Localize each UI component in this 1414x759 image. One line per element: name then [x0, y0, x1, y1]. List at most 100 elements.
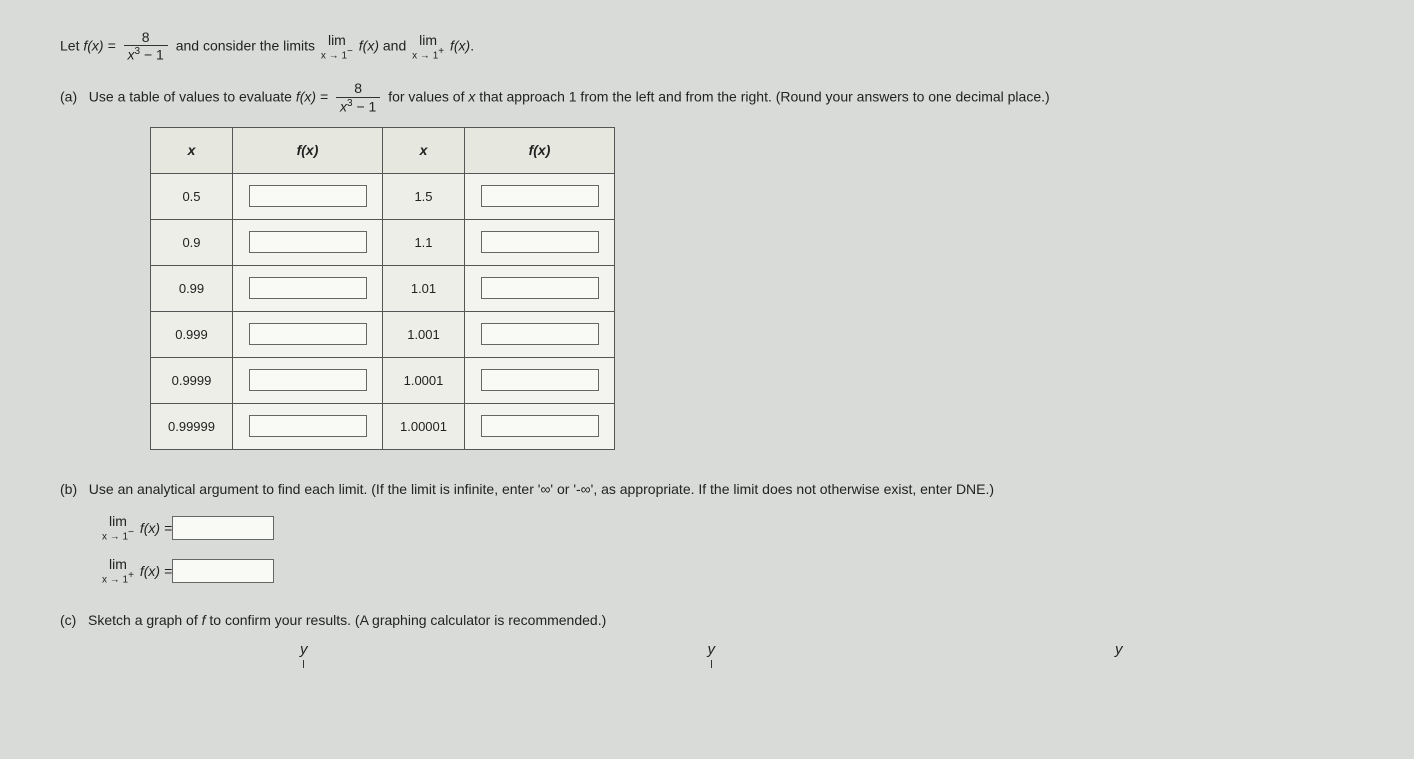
lim-b-approach-left: x → 1− — [102, 528, 134, 542]
limit-right: lim x → 1+ — [412, 33, 444, 61]
fx-right-cell — [465, 403, 615, 449]
fx-left-cell — [233, 311, 383, 357]
fx-right-input[interactable] — [481, 369, 599, 391]
fx-right-cell — [465, 311, 615, 357]
frac-den-x: x — [128, 47, 135, 63]
frac-den-rest: − 1 — [140, 47, 164, 63]
part-b-label: (b) — [60, 481, 77, 497]
frac-a-den: x3 − 1 — [336, 98, 380, 115]
part-c-statement: (c) Sketch a graph of f to confirm your … — [60, 609, 1354, 631]
th-x-right: x — [383, 127, 465, 173]
x-left-cell: 0.9 — [151, 219, 233, 265]
fx-right-input[interactable] — [481, 277, 599, 299]
period: . — [470, 37, 474, 53]
fx-right-input[interactable] — [481, 185, 599, 207]
x-ital: x — [468, 89, 475, 105]
frac-den: x3 − 1 — [124, 46, 168, 63]
x-right-cell: 1.0001 — [383, 357, 465, 403]
lim-b-right: lim x → 1+ — [102, 557, 134, 585]
part-c-text2: to confirm your results. (A graphing cal… — [209, 612, 606, 628]
y-label-1: y — [300, 641, 308, 658]
lim-word: lim — [321, 33, 353, 47]
fx-right-input[interactable] — [481, 415, 599, 437]
axis-tick-1 — [303, 660, 304, 668]
lim-approach-left: x → 1− — [321, 47, 353, 61]
part-a-text2: for values of — [388, 89, 468, 105]
th-fx-left: f(x) — [233, 127, 383, 173]
x-right-cell: 1.01 — [383, 265, 465, 311]
y-label-2: y — [708, 641, 716, 658]
fx-right: f(x) — [450, 37, 470, 53]
limit-left-input[interactable] — [172, 516, 274, 540]
part-a-text3: that approach 1 from the left and from t… — [479, 89, 1049, 105]
table-row: 0.51.5 — [151, 173, 615, 219]
graph-labels-row: y y y — [300, 641, 1354, 668]
fx-right-cell — [465, 357, 615, 403]
frac-a-x: x — [340, 98, 347, 114]
limit-right-input[interactable] — [172, 559, 274, 583]
and-text: and — [383, 37, 410, 53]
lim-b-fx-right: f(x) = — [140, 563, 172, 579]
lim-b-word-r: lim — [102, 557, 134, 571]
fx-left-cell — [233, 265, 383, 311]
part-c-label: (c) — [60, 612, 76, 628]
part-c-f: f — [202, 612, 206, 628]
limit-left: lim x → 1− — [321, 33, 353, 61]
fx-left-input[interactable] — [249, 323, 367, 345]
part-a-statement: (a) Use a table of values to evaluate f(… — [60, 81, 1354, 114]
fx-left-cell — [233, 173, 383, 219]
frac-num: 8 — [124, 30, 168, 46]
x-right-cell: 1.00001 — [383, 403, 465, 449]
part-c-text: Sketch a graph of — [88, 612, 202, 628]
fx-right-cell — [465, 265, 615, 311]
fx-left-input[interactable] — [249, 185, 367, 207]
part-a-text1: Use a table of values to evaluate — [89, 89, 296, 105]
fx-left-cell — [233, 219, 383, 265]
frac-a-rest: − 1 — [353, 98, 377, 114]
limit-answers-block: lim x → 1− f(x) = lim x → 1+ f(x) = — [100, 514, 1354, 585]
fx-right-input[interactable] — [481, 323, 599, 345]
fx-left: f(x) — [359, 37, 379, 53]
lim-word-r: lim — [412, 33, 444, 47]
fx-left-input[interactable] — [249, 415, 367, 437]
fx-equals: f(x) = — [83, 37, 119, 53]
fx-eq-a: f(x) = — [296, 89, 332, 105]
x-right-cell: 1.001 — [383, 311, 465, 357]
table-row: 0.99 1.01 — [151, 265, 615, 311]
limit-right-row: lim x → 1+ f(x) = — [100, 557, 1354, 585]
table-row: 0.99999 1.00001 — [151, 403, 615, 449]
let-text: Let — [60, 37, 83, 53]
th-x-left: x — [151, 127, 233, 173]
fx-left-input[interactable] — [249, 277, 367, 299]
frac-a-num: 8 — [336, 81, 380, 97]
fx-right-input[interactable] — [481, 231, 599, 253]
x-right-cell: 1.1 — [383, 219, 465, 265]
y-label-3: y — [1115, 641, 1123, 658]
consider-text: and consider the limits — [176, 37, 319, 53]
table-row: 0.9999 1.0001 — [151, 357, 615, 403]
values-table: x f(x) x f(x) 0.51.50.9 1.1 0.99 1.01 0.999 1… — [150, 127, 615, 450]
th-fx-right: f(x) — [465, 127, 615, 173]
fraction-def: 8 x3 − 1 — [124, 30, 168, 63]
lim-b-approach-right: x → 1+ — [102, 571, 134, 585]
fraction-a: 8 x3 − 1 — [336, 81, 380, 114]
table-row: 0.999 1.001 — [151, 311, 615, 357]
part-b-text: Use an analytical argument to find each … — [89, 481, 994, 497]
fx-left-input[interactable] — [249, 369, 367, 391]
graph-y-3: y — [1115, 641, 1123, 668]
lim-b-left: lim x → 1− — [102, 514, 134, 542]
fx-left-cell — [233, 357, 383, 403]
x-left-cell: 0.99 — [151, 265, 233, 311]
x-left-cell: 0.99999 — [151, 403, 233, 449]
table-row: 0.9 1.1 — [151, 219, 615, 265]
fx-left-cell — [233, 403, 383, 449]
fx-right-cell — [465, 219, 615, 265]
fx-right-cell — [465, 173, 615, 219]
lim-approach-right: x → 1+ — [412, 47, 444, 61]
x-left-cell: 0.999 — [151, 311, 233, 357]
x-left-cell: 0.9999 — [151, 357, 233, 403]
limit-left-row: lim x → 1− f(x) = — [100, 514, 1354, 542]
part-b-statement: (b) Use an analytical argument to find e… — [60, 478, 1354, 500]
fx-left-input[interactable] — [249, 231, 367, 253]
x-right-cell: 1.5 — [383, 173, 465, 219]
